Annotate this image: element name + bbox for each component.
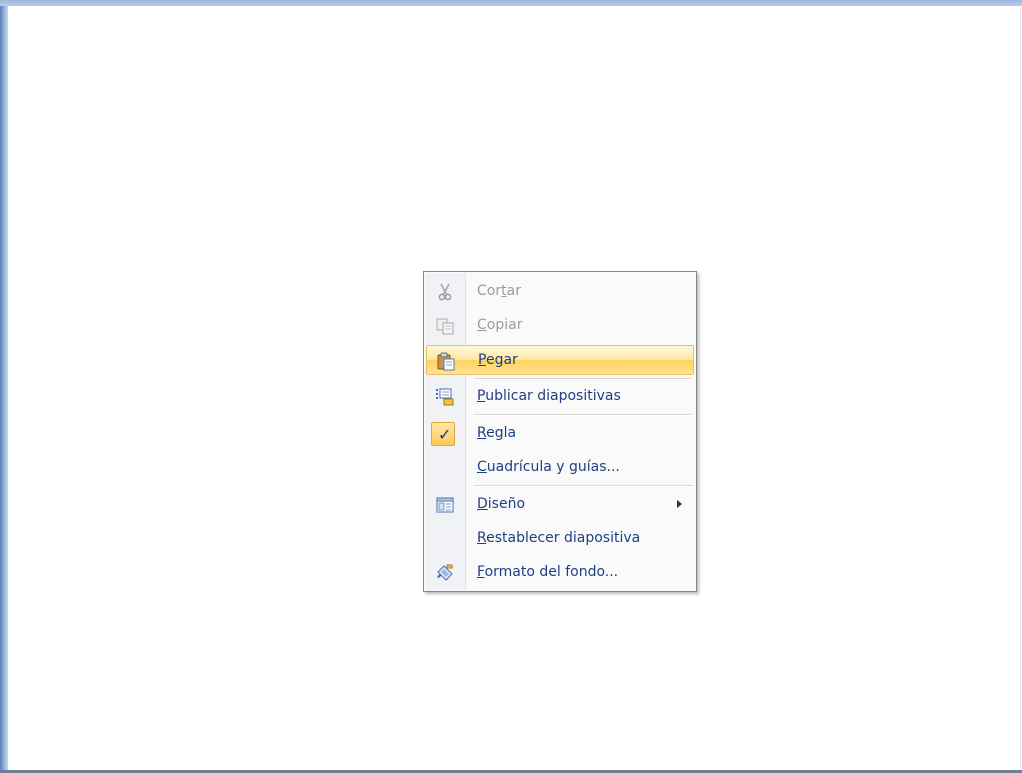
menu-item-cut[interactable]: Cortar <box>426 277 694 307</box>
menu-item-label: Publicar diapositivas <box>477 388 621 404</box>
menu-separator <box>474 414 693 416</box>
format-background-icon <box>435 563 455 583</box>
checkmark-icon: ✓ <box>431 422 455 446</box>
paste-icon <box>436 351 456 371</box>
menu-item-label: Cuadrícula y guías... <box>477 459 620 475</box>
context-menu: Cortar Copiar Pegar Publicar diapositiva… <box>423 271 697 592</box>
menu-item-grid-and-guides[interactable]: Cuadrícula y guías... <box>426 453 694 483</box>
menu-item-publish-slides[interactable]: Publicar diapositivas <box>426 382 694 412</box>
menu-item-reset-slide[interactable]: Restablecer diapositiva <box>426 524 694 554</box>
menu-item-label: Regla <box>477 425 517 441</box>
application-window: Cortar Copiar Pegar Publicar diapositiva… <box>0 0 1022 773</box>
copy-icon <box>435 316 455 336</box>
menu-item-format-background[interactable]: Formato del fondo... <box>426 558 694 588</box>
submenu-arrow-icon <box>677 500 682 508</box>
menu-item-label: Pegar <box>478 352 518 368</box>
menu-item-copy[interactable]: Copiar <box>426 311 694 341</box>
menu-item-label: Cortar <box>477 283 521 299</box>
menu-item-paste[interactable]: Pegar <box>426 345 694 375</box>
scissors-icon <box>435 282 455 302</box>
menu-item-label: Diseño <box>477 496 526 512</box>
layout-icon <box>435 495 455 515</box>
menu-item-label: Formato del fondo... <box>477 564 619 580</box>
menu-item-layout[interactable]: Diseño <box>426 490 694 520</box>
menu-item-label: Restablecer diapositiva <box>477 530 641 546</box>
publish-slides-icon <box>435 387 455 407</box>
menu-separator <box>474 485 693 487</box>
menu-separator <box>474 378 693 380</box>
menu-item-label: Copiar <box>477 317 523 333</box>
menu-item-ruler[interactable]: ✓ Regla <box>426 419 694 449</box>
